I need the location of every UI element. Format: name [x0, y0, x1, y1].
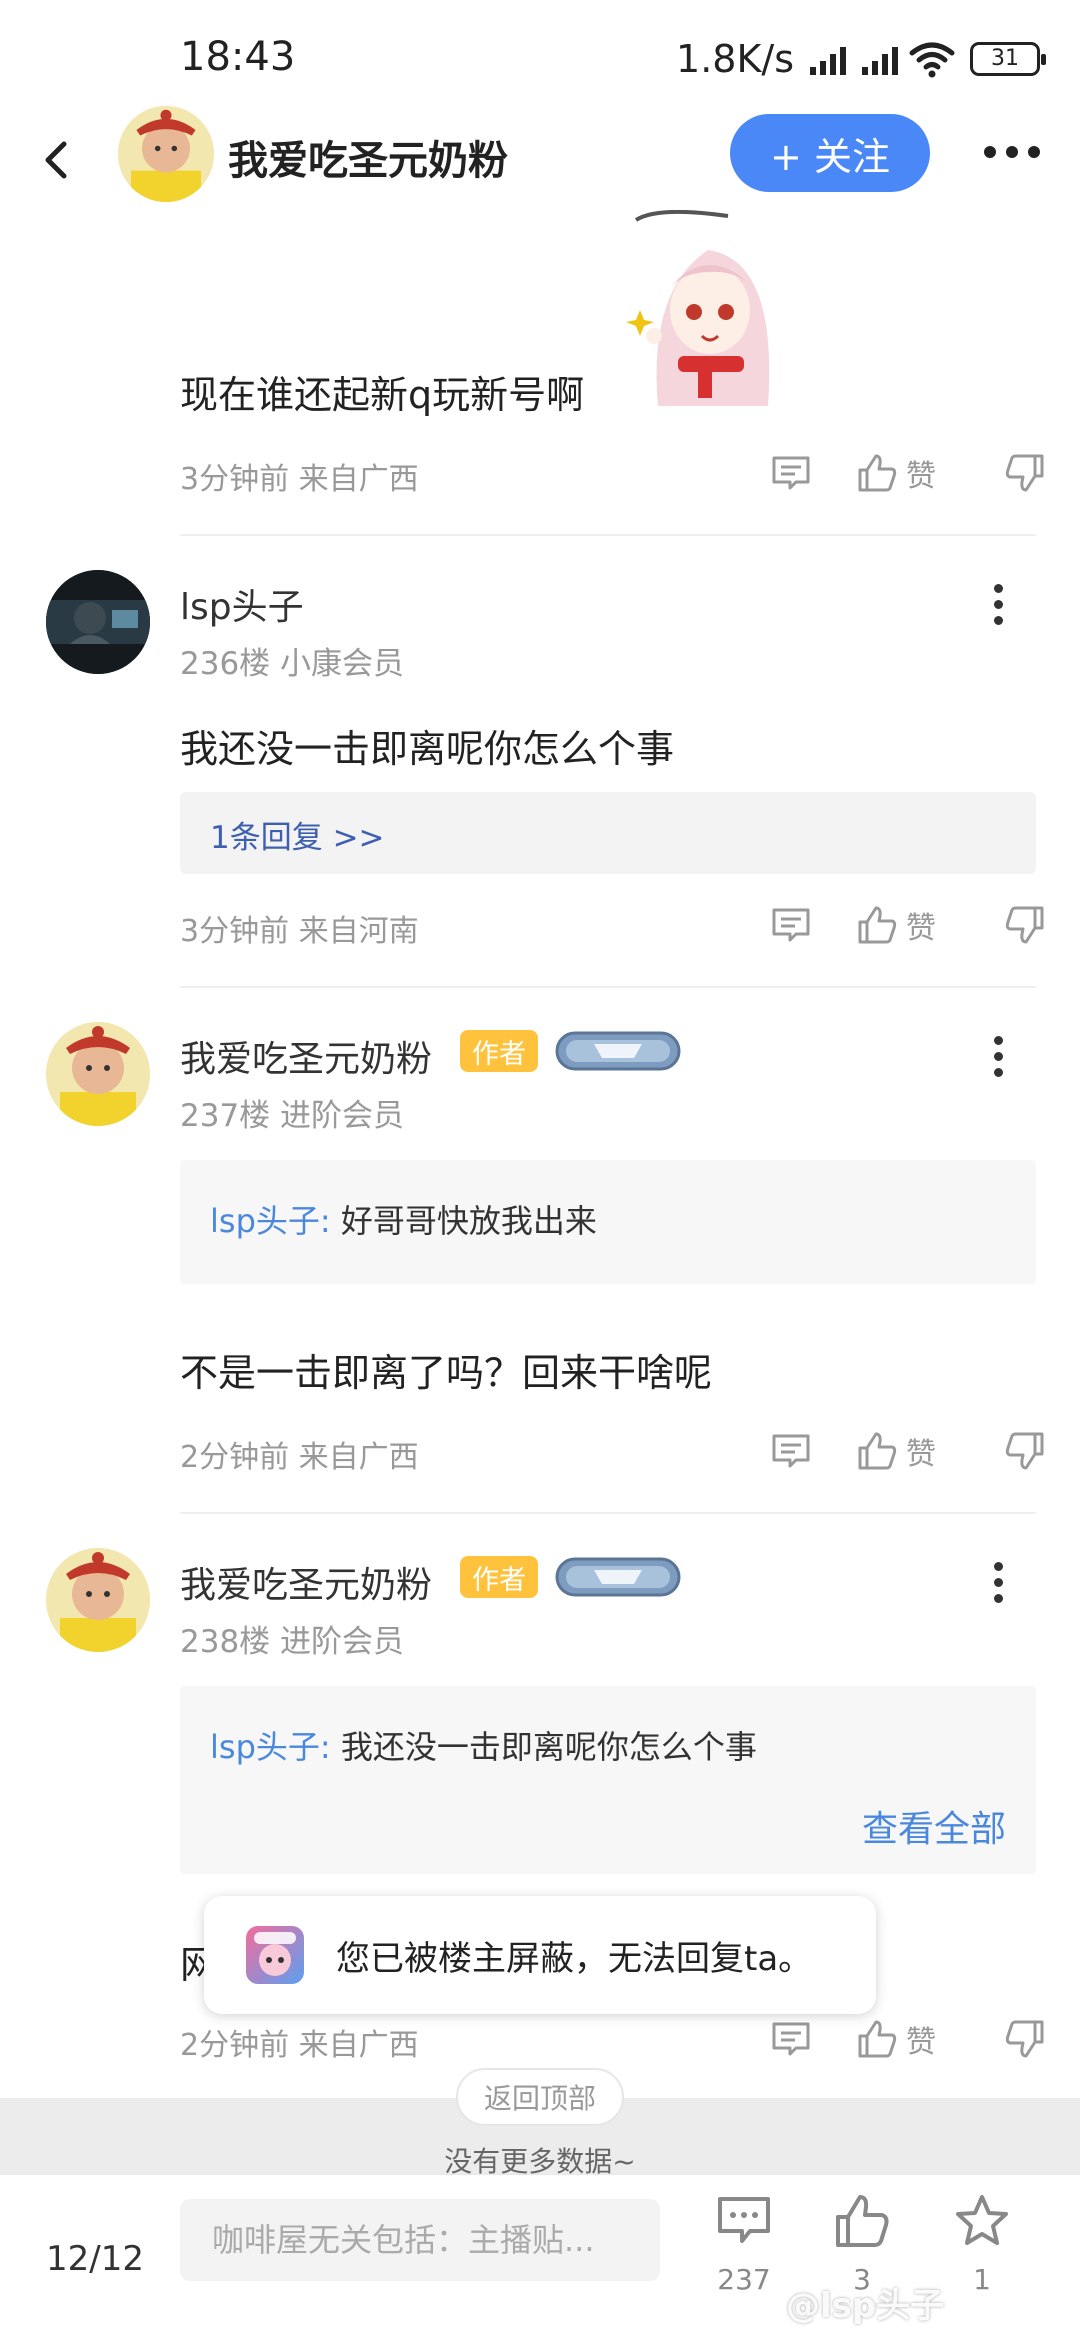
like-label: 赞 — [906, 911, 936, 946]
more-vertical-icon[interactable] — [994, 1036, 1003, 1077]
reply-summary[interactable]: 1条回复 >> — [180, 792, 1036, 874]
quoted-reply[interactable]: lsp头子: 我还没一击即离呢你怎么个事 查看全部 — [180, 1686, 1036, 1874]
wifi-icon — [909, 42, 955, 78]
more-vertical-icon[interactable] — [994, 584, 1003, 625]
comment-count: 237 — [717, 2263, 771, 2296]
comment-icon[interactable] — [768, 2016, 814, 2062]
thumbs-down-icon[interactable] — [1002, 902, 1048, 948]
battery-icon: 31 — [970, 42, 1046, 76]
avatar[interactable] — [118, 106, 214, 202]
like-button[interactable]: 赞 — [854, 2016, 936, 2062]
avatar[interactable] — [46, 1022, 150, 1126]
more-horizontal-icon[interactable] — [984, 146, 1040, 158]
quote-line: lsp头子: 我还没一击即离呢你怎么个事 — [210, 1722, 757, 1768]
floor-member: 238楼 进阶会员 — [180, 1624, 405, 1660]
like-label: 赞 — [906, 1437, 936, 1472]
comment-icon[interactable] — [768, 1428, 814, 1474]
post-actions: 赞 — [768, 450, 1048, 496]
post-meta: 3分钟前 来自河南 — [180, 914, 419, 949]
thumbs-up-icon — [836, 2195, 889, 2247]
post-text: 现在谁还起新q玩新号啊 — [180, 373, 585, 417]
floor-member: 237楼 进阶会员 — [180, 1098, 405, 1134]
username[interactable]: 我爱吃圣元奶粉 — [180, 1556, 432, 1608]
quote-text: 好哥哥快放我出来 — [340, 1202, 597, 1240]
quote-username[interactable]: lsp头子: — [210, 1202, 331, 1240]
post-text: 我还没一击即离呢你怎么个事 — [180, 727, 675, 771]
thumbs-down-icon[interactable] — [1002, 1428, 1048, 1474]
comment-icon[interactable] — [768, 902, 814, 948]
more-vertical-icon[interactable] — [994, 1562, 1003, 1603]
username[interactable]: 我爱吃圣元奶粉 — [180, 1030, 432, 1082]
thumbs-down-icon[interactable] — [1002, 2016, 1048, 2062]
back-arrow-icon[interactable] — [30, 132, 86, 188]
status-bar: 18:43 1.8K/s 31 — [0, 0, 1080, 110]
like-label: 赞 — [906, 2025, 936, 2060]
comment-icon[interactable] — [768, 450, 814, 496]
author-badge: 作者 — [460, 1556, 538, 1598]
like-button[interactable]: 赞 — [854, 450, 936, 496]
comment-input[interactable]: 咖啡屋无关包括：主播贴... — [180, 2199, 660, 2281]
reply-count-link[interactable]: 1条回复 >> — [210, 812, 385, 857]
favorite-count: 1 — [973, 2263, 991, 2296]
floor-member: 236楼 小康会员 — [180, 646, 405, 682]
post-meta: 2分钟前 来自广西 — [180, 2028, 419, 2063]
like-button[interactable]: 赞 — [854, 1428, 936, 1474]
avatar[interactable] — [46, 1548, 150, 1652]
status-time: 18:43 — [180, 34, 296, 80]
like-label: 赞 — [906, 459, 936, 494]
divider — [180, 534, 1036, 536]
thumbs-up-icon — [858, 2020, 897, 2058]
quoted-reply[interactable]: lsp头子: 好哥哥快放我出来 — [180, 1160, 1036, 1284]
divider — [180, 986, 1036, 988]
thumbs-down-icon[interactable] — [1002, 450, 1048, 496]
level-badge-icon — [555, 1031, 681, 1071]
toast-text: 您已被楼主屏蔽，无法回复ta。 — [336, 1938, 813, 1979]
page-indicator[interactable]: 12/12 — [46, 2239, 144, 2279]
toast-notification: 您已被楼主屏蔽，无法回复ta。 — [204, 1896, 876, 2014]
thumbs-up-icon — [858, 906, 897, 944]
post-actions: 赞 — [768, 1428, 1048, 1474]
quote-username[interactable]: lsp头子: — [210, 1728, 331, 1766]
username[interactable]: lsp头子 — [180, 578, 304, 630]
follow-button[interactable]: + 关注 — [730, 114, 930, 192]
divider — [180, 1512, 1036, 1514]
star-icon — [956, 2195, 1008, 2245]
thumbs-up-icon — [858, 454, 897, 492]
hd-signal-icon — [862, 43, 898, 75]
post-text: 不是一击即离了吗？回来干啥呢 — [180, 1351, 713, 1395]
net-speed: 1.8K/s — [676, 37, 794, 81]
author-badge: 作者 — [460, 1030, 538, 1072]
quote-text: 我还没一击即离呢你怎么个事 — [340, 1728, 757, 1766]
watermark: @lsp头子 — [786, 2286, 945, 2326]
post-actions: 赞 — [768, 902, 1048, 948]
page-title[interactable]: 我爱吃圣元奶粉 — [228, 128, 508, 186]
back-to-top-button[interactable]: 返回顶部 — [456, 2068, 624, 2126]
view-all-link[interactable]: 查看全部 — [862, 1800, 1006, 1852]
level-badge-icon — [555, 1557, 681, 1597]
avatar[interactable] — [46, 570, 150, 674]
hd-signal-icon — [810, 43, 846, 75]
post-meta: 3分钟前 来自广西 — [180, 462, 419, 497]
comments-button[interactable]: 237 — [704, 2191, 784, 2296]
comment-bubble-icon — [718, 2197, 770, 2243]
app-logo-icon — [246, 1926, 304, 1984]
thumbs-up-icon — [858, 1432, 897, 1470]
like-button[interactable]: 赞 — [854, 902, 936, 948]
post-meta: 2分钟前 来自广西 — [180, 1440, 419, 1475]
quote-line: lsp头子: 好哥哥快放我出来 — [210, 1196, 597, 1242]
anime-sticker-image — [618, 210, 800, 406]
favorite-button[interactable]: 1 — [942, 2191, 1022, 2296]
post-actions: 赞 — [768, 2016, 1048, 2062]
status-right: 1.8K/s 31 — [676, 34, 1046, 84]
